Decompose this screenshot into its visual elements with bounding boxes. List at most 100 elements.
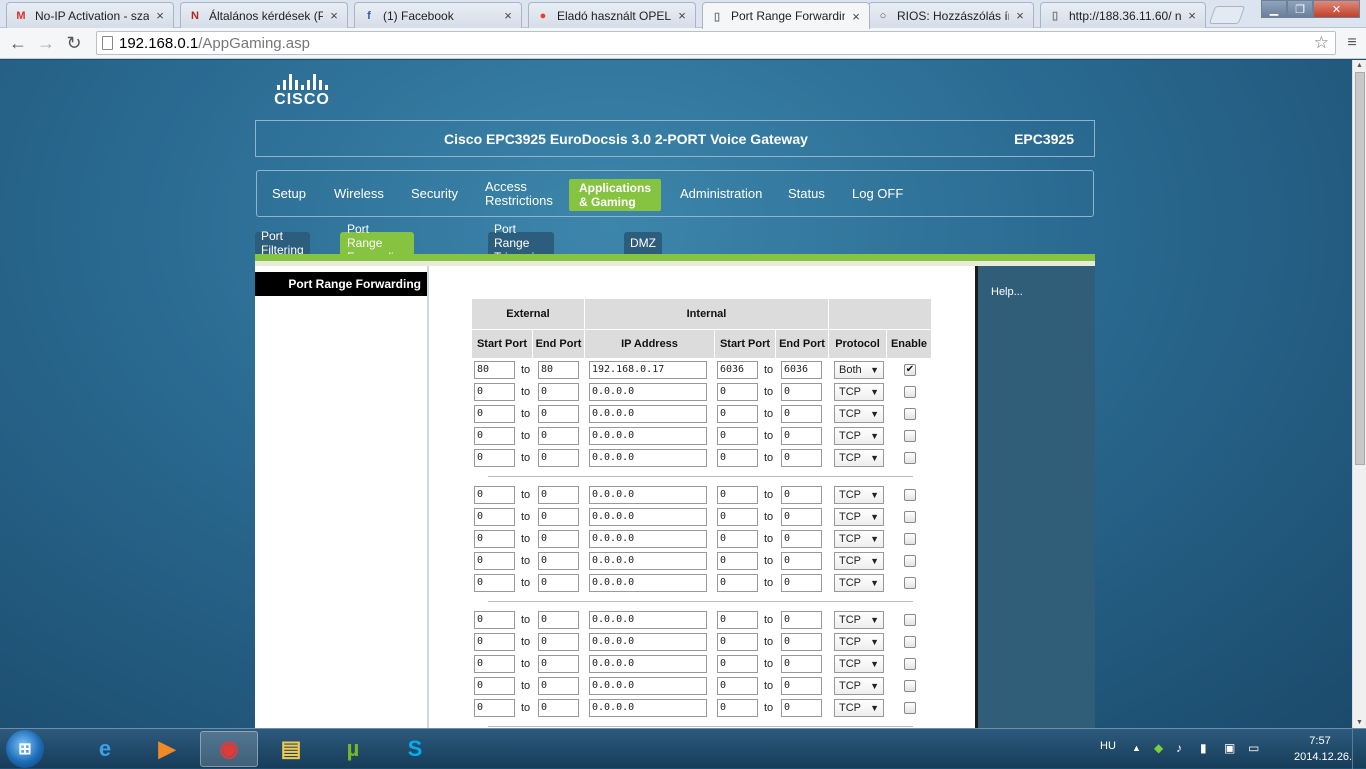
ip-address-input[interactable]: 0.0.0.0 xyxy=(589,699,707,717)
external-end-port-input[interactable]: 0 xyxy=(538,383,579,401)
browser-tab[interactable]: M No-IP Activation - sza × xyxy=(6,2,174,28)
enable-checkbox[interactable] xyxy=(904,386,916,398)
enable-checkbox[interactable] xyxy=(904,430,916,442)
protocol-select[interactable]: TCP ▼ xyxy=(834,486,884,504)
language-indicator[interactable]: HU xyxy=(1100,740,1116,752)
back-button[interactable]: ← xyxy=(6,32,30,54)
external-end-port-input[interactable]: 80 xyxy=(538,361,579,379)
scroll-up-icon[interactable]: ▲ xyxy=(1356,62,1363,69)
internal-start-port-input[interactable]: 0 xyxy=(717,611,758,629)
reload-button[interactable]: ↻ xyxy=(62,32,86,54)
address-bar[interactable]: 192.168.0.1/AppGaming.asp ☆ xyxy=(96,31,1336,55)
internal-start-port-input[interactable]: 0 xyxy=(717,427,758,445)
external-start-port-input[interactable]: 0 xyxy=(474,611,515,629)
nav-item[interactable]: Administration xyxy=(680,171,762,216)
subnav-tab[interactable]: Port Filtering xyxy=(255,229,310,257)
enable-checkbox[interactable] xyxy=(904,533,916,545)
external-start-port-input[interactable]: 0 xyxy=(474,530,515,548)
ip-address-input[interactable]: 0.0.0.0 xyxy=(589,405,707,423)
external-start-port-input[interactable]: 0 xyxy=(474,699,515,717)
show-desktop-button[interactable] xyxy=(1352,729,1366,769)
help-link[interactable]: Help... xyxy=(991,286,1023,298)
taskbar-app-button[interactable]: e xyxy=(76,731,134,767)
nav-item[interactable]: Wireless xyxy=(334,171,384,216)
nav-item[interactable]: Log OFF xyxy=(852,171,903,216)
subnav-tab[interactable]: DMZ xyxy=(624,232,662,254)
external-end-port-input[interactable]: 0 xyxy=(538,611,579,629)
external-end-port-input[interactable]: 0 xyxy=(538,508,579,526)
browser-tab[interactable]: f (1) Facebook × xyxy=(354,2,522,28)
nav-item[interactable]: Status xyxy=(788,171,825,216)
ip-address-input[interactable]: 0.0.0.0 xyxy=(589,552,707,570)
internal-start-port-input[interactable]: 0 xyxy=(717,574,758,592)
browser-tab[interactable]: ▯ Port Range Forwarding × xyxy=(702,2,870,29)
external-end-port-input[interactable]: 0 xyxy=(538,699,579,717)
external-start-port-input[interactable]: 0 xyxy=(474,449,515,467)
protocol-select[interactable]: TCP ▼ xyxy=(834,427,884,445)
taskbar-app-button[interactable]: ◉ xyxy=(200,731,258,767)
protocol-select[interactable]: TCP ▼ xyxy=(834,655,884,673)
close-tab-icon[interactable]: × xyxy=(849,9,863,24)
protocol-select[interactable]: TCP ▼ xyxy=(834,449,884,467)
protocol-select[interactable]: TCP ▼ xyxy=(834,508,884,526)
internal-start-port-input[interactable]: 0 xyxy=(717,655,758,673)
taskbar-app-button[interactable]: ▶ xyxy=(138,731,196,767)
browser-tab[interactable]: ▯ http://188.36.11.60/ ne × xyxy=(1040,2,1206,28)
external-start-port-input[interactable]: 0 xyxy=(474,677,515,695)
close-tab-icon[interactable]: × xyxy=(675,8,689,23)
external-end-port-input[interactable]: 0 xyxy=(538,633,579,651)
ip-address-input[interactable]: 0.0.0.0 xyxy=(589,655,707,673)
ip-address-input[interactable]: 192.168.0.17 xyxy=(589,361,707,379)
ip-address-input[interactable]: 0.0.0.0 xyxy=(589,530,707,548)
external-end-port-input[interactable]: 0 xyxy=(538,655,579,673)
close-tab-icon[interactable]: × xyxy=(501,8,515,23)
protocol-select[interactable]: Both ▼ xyxy=(834,361,884,379)
internal-start-port-input[interactable]: 0 xyxy=(717,530,758,548)
protocol-select[interactable]: TCP ▼ xyxy=(834,574,884,592)
internal-start-port-input[interactable]: 0 xyxy=(717,699,758,717)
protocol-select[interactable]: TCP ▼ xyxy=(834,405,884,423)
enable-checkbox[interactable] xyxy=(904,577,916,589)
ip-address-input[interactable]: 0.0.0.0 xyxy=(589,486,707,504)
internal-end-port-input[interactable]: 0 xyxy=(781,677,822,695)
external-end-port-input[interactable]: 0 xyxy=(538,405,579,423)
external-start-port-input[interactable]: 0 xyxy=(474,552,515,570)
protocol-select[interactable]: TCP ▼ xyxy=(834,530,884,548)
nav-item[interactable]: Access Restrictions xyxy=(485,171,553,216)
enable-checkbox[interactable] xyxy=(904,614,916,626)
power-icon[interactable]: ▣ xyxy=(1224,741,1235,755)
monitor-icon[interactable]: ▭ xyxy=(1248,741,1259,755)
start-button[interactable]: ⊞ xyxy=(6,730,44,768)
ip-address-input[interactable]: 0.0.0.0 xyxy=(589,383,707,401)
enable-checkbox[interactable]: ✔ xyxy=(904,364,916,376)
internal-start-port-input[interactable]: 6036 xyxy=(717,361,758,379)
external-start-port-input[interactable]: 80 xyxy=(474,361,515,379)
internal-start-port-input[interactable]: 0 xyxy=(717,677,758,695)
internal-end-port-input[interactable]: 0 xyxy=(781,552,822,570)
internal-end-port-input[interactable]: 0 xyxy=(781,655,822,673)
close-tab-icon[interactable]: × xyxy=(1013,8,1027,23)
tray-expand-icon[interactable]: ▲ xyxy=(1132,743,1141,753)
taskbar-app-button[interactable]: S xyxy=(386,731,444,767)
external-start-port-input[interactable]: 0 xyxy=(474,508,515,526)
close-tab-icon[interactable]: × xyxy=(327,8,341,23)
scroll-down-icon[interactable]: ▼ xyxy=(1356,719,1363,726)
protocol-select[interactable]: TCP ▼ xyxy=(834,677,884,695)
ip-address-input[interactable]: 0.0.0.0 xyxy=(589,574,707,592)
security-shield-icon[interactable]: ◆ xyxy=(1154,741,1163,755)
external-start-port-input[interactable]: 0 xyxy=(474,655,515,673)
external-start-port-input[interactable]: 0 xyxy=(474,405,515,423)
internal-end-port-input[interactable]: 0 xyxy=(781,427,822,445)
internal-end-port-input[interactable]: 0 xyxy=(781,383,822,401)
external-start-port-input[interactable]: 0 xyxy=(474,574,515,592)
internal-end-port-input[interactable]: 0 xyxy=(781,699,822,717)
protocol-select[interactable]: TCP ▼ xyxy=(834,699,884,717)
ip-address-input[interactable]: 0.0.0.0 xyxy=(589,633,707,651)
internal-start-port-input[interactable]: 0 xyxy=(717,552,758,570)
internal-end-port-input[interactable]: 0 xyxy=(781,449,822,467)
browser-tab[interactable]: ○ RIOS: Hozzászólás írás × xyxy=(868,2,1034,28)
subnav-tab[interactable]: Port Range Forwarding xyxy=(340,222,415,264)
browser-tab[interactable]: ● Eladó használt OPEL A × xyxy=(528,2,696,28)
enable-checkbox[interactable] xyxy=(904,555,916,567)
external-start-port-input[interactable]: 0 xyxy=(474,633,515,651)
